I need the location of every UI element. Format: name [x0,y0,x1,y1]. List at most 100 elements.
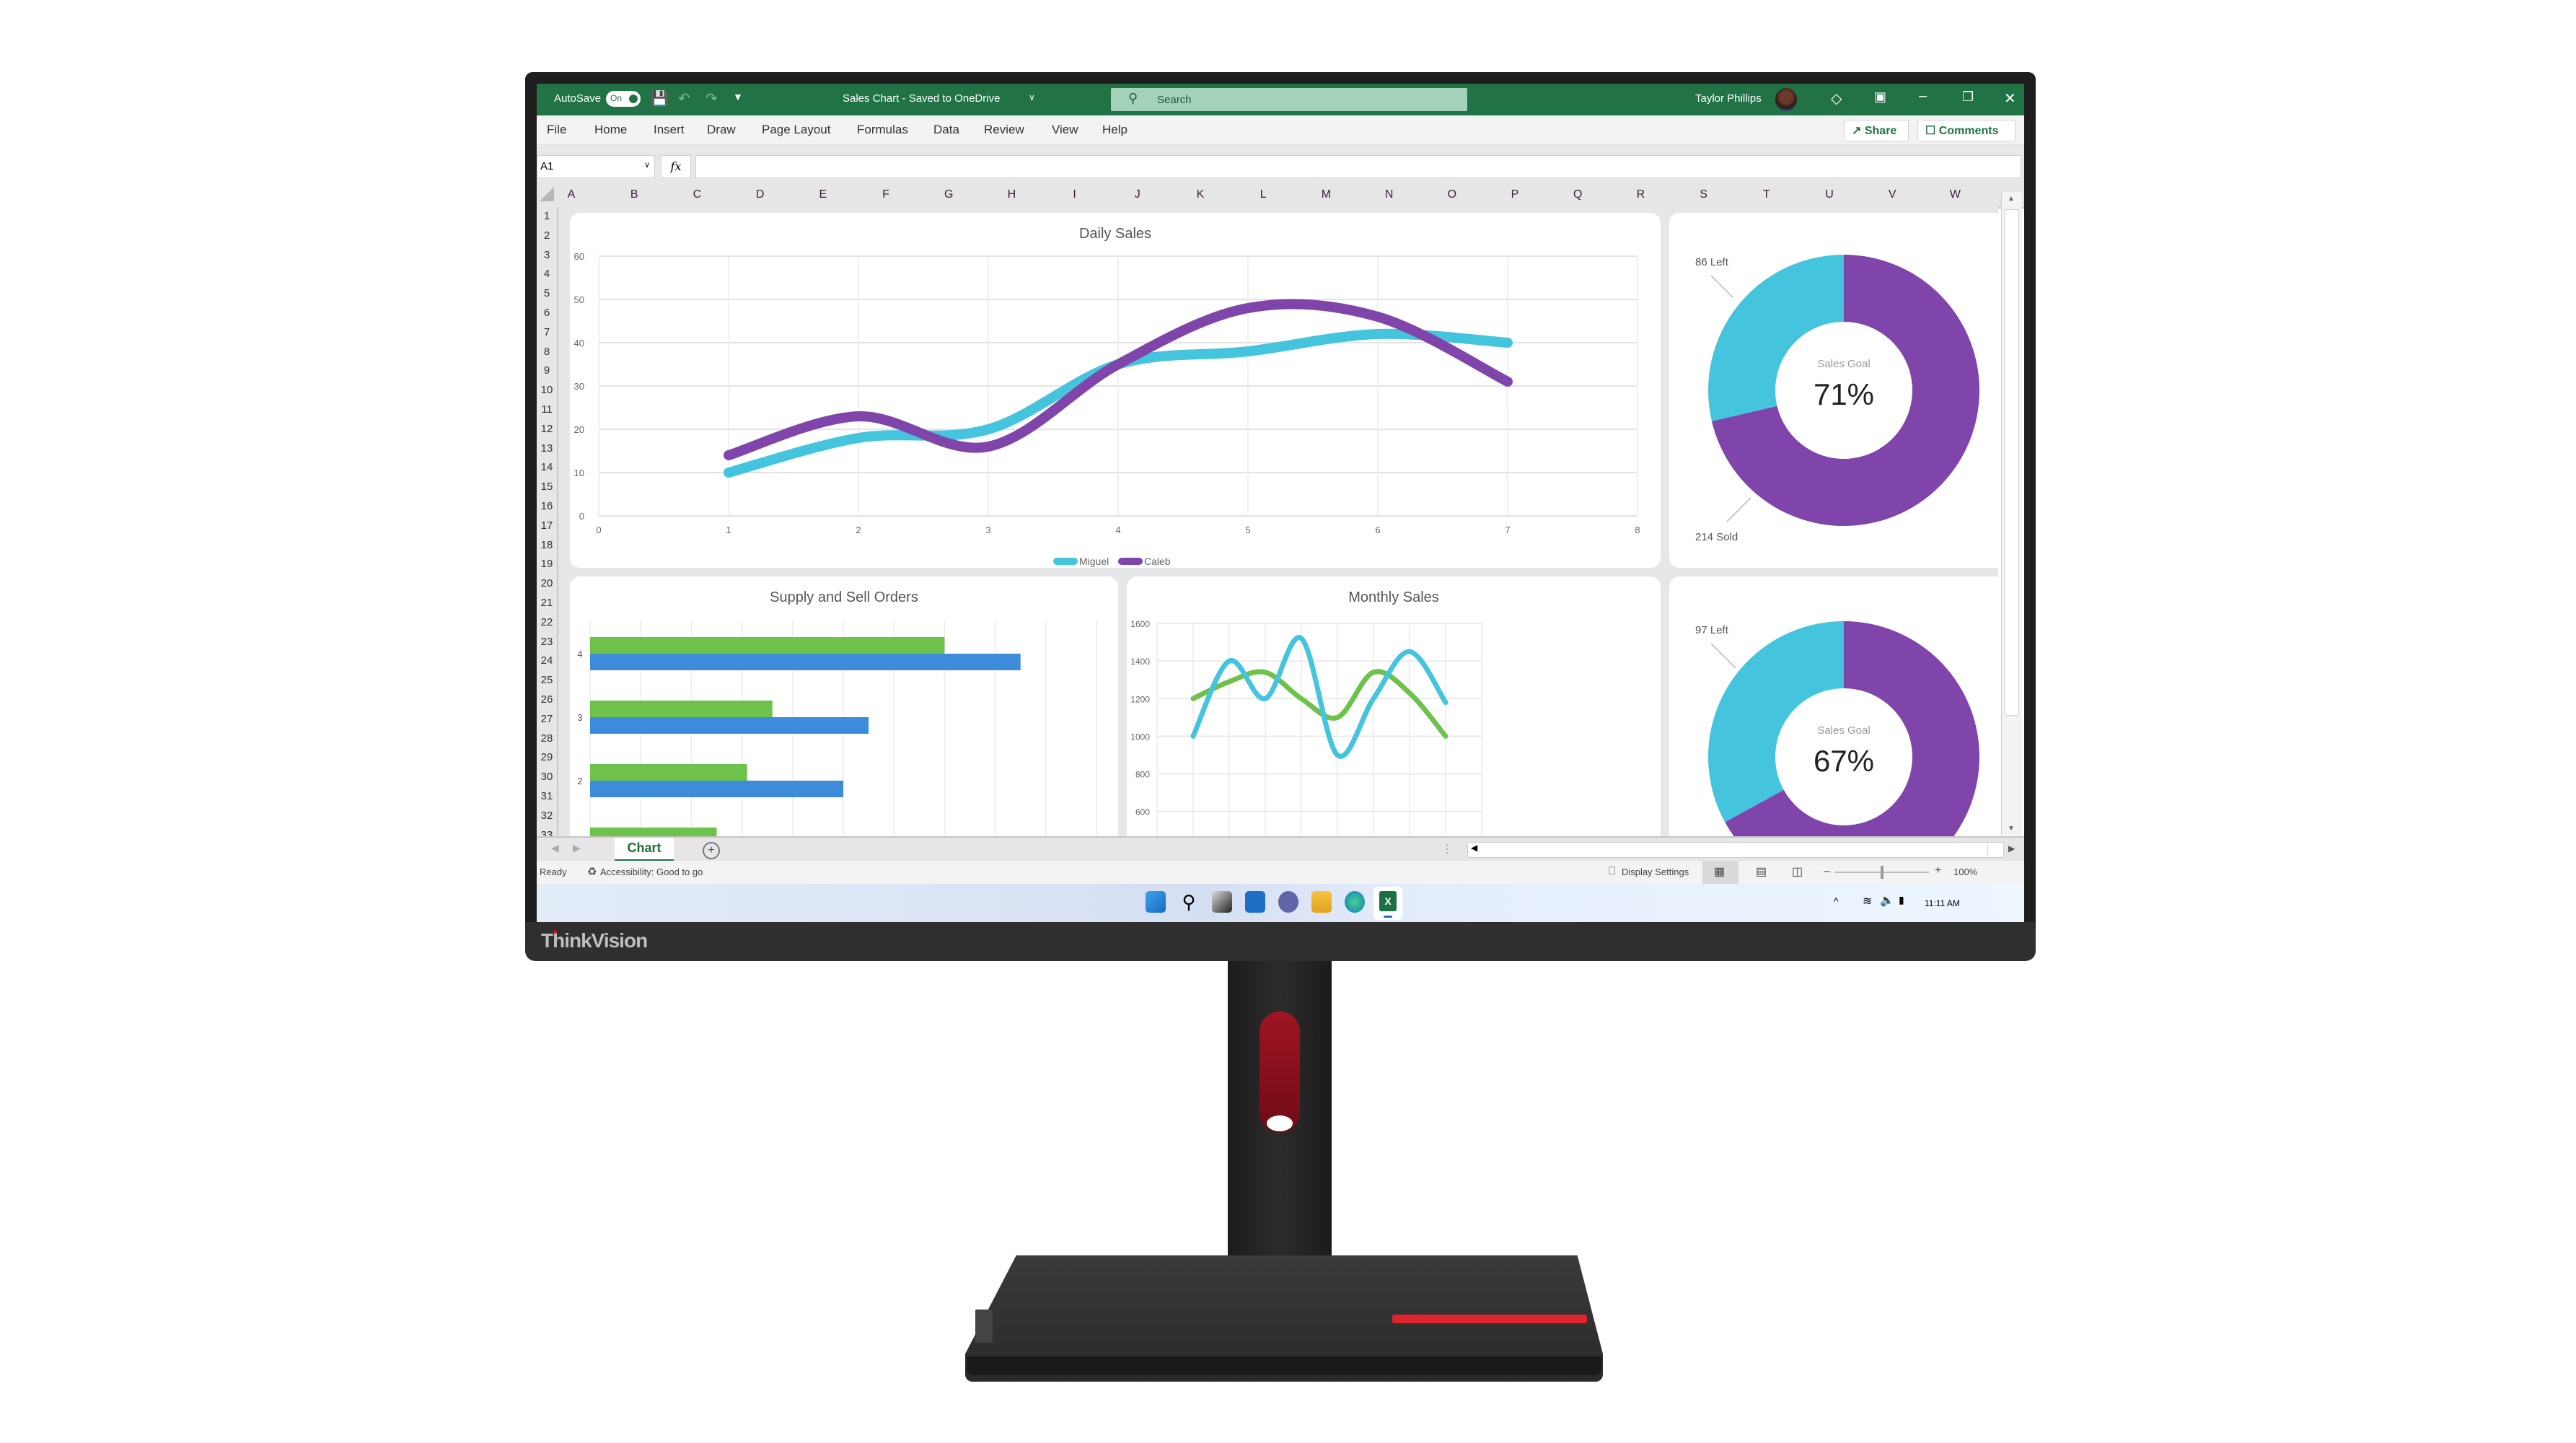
row-header[interactable]: 20 [538,577,555,589]
zoom-slider[interactable] [1835,866,1929,879]
share-button[interactable]: ↗ Share [1844,120,1909,141]
tab-formulas[interactable]: Formulas [857,123,908,137]
sales-goal-donut-1[interactable]: Sales Goal 71% 86 Left 214 Sold [1669,213,1998,568]
column-header[interactable]: P [1508,188,1522,201]
customize-qat-icon[interactable]: ▼ [733,91,743,102]
search-taskbar-icon[interactable]: ⚲ [1179,891,1199,913]
column-header[interactable]: W [1948,188,1962,201]
column-header[interactable]: D [753,188,768,201]
zoom-in-button[interactable]: + [1935,864,1941,877]
column-header[interactable]: E [816,188,830,201]
row-header[interactable]: 30 [538,771,555,783]
row-header[interactable]: 8 [538,346,555,358]
row-header[interactable]: 4 [538,268,555,280]
column-header[interactable]: O [1445,188,1459,201]
row-header[interactable]: 26 [538,693,555,706]
tab-review[interactable]: Review [984,123,1024,137]
page-layout-view-icon[interactable]: ▤ [1756,864,1767,879]
tab-help[interactable]: Help [1102,123,1127,137]
row-header[interactable]: 15 [538,481,555,493]
column-header[interactable]: C [690,188,704,201]
accessibility-status[interactable]: Accessibility: Good to go [600,867,703,877]
excel-taskbar-button[interactable]: X [1373,887,1402,920]
column-header[interactable]: T [1759,188,1774,201]
title-chevron-down-icon[interactable]: ∨ [1029,92,1035,102]
scroll-up-icon[interactable]: ▲ [2008,195,2015,203]
column-header[interactable]: B [627,188,641,201]
clock[interactable]: 11:11 AM [1925,898,1960,908]
monthly-sales-chart[interactable]: Monthly Sales 4006008001000120014001600 [1127,576,1661,836]
autosave-toggle[interactable]: On [606,91,641,107]
tab-file[interactable]: File [547,123,566,137]
zoom-out-button[interactable]: – [1824,865,1830,878]
sheet-tab-chart[interactable]: Chart [615,838,674,861]
name-box[interactable]: A1 ∨ [537,155,655,178]
tab-data[interactable]: Data [933,123,959,137]
zoom-slider-thumb[interactable] [1881,866,1883,879]
row-header[interactable]: 10 [538,384,555,396]
name-box-chevron-icon[interactable]: ∨ [644,160,650,170]
display-settings-icon[interactable]: ⎕ [1609,865,1615,877]
row-header[interactable]: 32 [538,810,555,822]
row-header[interactable]: 17 [538,519,555,532]
undo-icon[interactable]: ↶ [678,89,690,108]
column-header[interactable]: L [1256,188,1270,201]
column-header[interactable]: H [1004,188,1019,201]
wifi-icon[interactable]: ≋ [1863,894,1872,908]
column-header[interactable]: K [1193,188,1208,201]
close-icon[interactable]: ✕ [2004,89,2016,108]
redo-icon[interactable]: ↷ [705,89,718,108]
edge-browser-icon[interactable] [1345,891,1365,913]
tab-home[interactable]: Home [594,123,627,137]
column-header[interactable]: J [1130,188,1145,201]
add-sheet-button[interactable]: + [703,842,720,859]
column-header[interactable]: A [564,188,579,201]
row-header[interactable]: 7 [538,326,555,338]
row-header[interactable]: 24 [538,654,555,667]
user-name[interactable]: Taylor Phillips [1695,92,1762,105]
row-header[interactable]: 25 [538,674,555,686]
column-header[interactable]: S [1697,188,1711,201]
prev-sheet-icon[interactable]: ◀ [551,842,559,854]
row-header[interactable]: 9 [538,364,555,377]
next-sheet-icon[interactable]: ▶ [573,842,581,854]
column-header[interactable]: M [1319,188,1333,201]
row-header[interactable]: 11 [538,403,555,416]
minimize-icon[interactable]: – [1919,88,1927,105]
horizontal-scrollbar[interactable]: ◀ [1467,842,2004,858]
row-header[interactable]: 14 [538,461,555,473]
vertical-scrollbar[interactable]: ▲ ▼ [2001,192,2022,835]
ribbon-display-icon[interactable]: ▣ [1874,89,1886,105]
row-header[interactable]: 31 [538,790,555,802]
scroll-down-icon[interactable]: ▼ [2008,825,2015,833]
row-header[interactable]: 2 [538,229,555,242]
insert-function-button[interactable]: fx [661,155,691,178]
row-header[interactable]: 12 [538,423,555,435]
tab-page-layout[interactable]: Page Layout [762,123,830,137]
column-header[interactable]: Q [1570,188,1585,201]
premium-diamond-icon[interactable]: ◇ [1831,89,1842,108]
column-header[interactable]: G [941,188,956,201]
page-break-view-icon[interactable]: ◫ [1792,864,1803,879]
battery-icon[interactable]: ▮ [1899,894,1904,906]
column-header[interactable]: I [1068,188,1082,201]
row-header[interactable]: 16 [538,500,555,512]
document-title[interactable]: Sales Chart - Saved to OneDrive [843,92,1000,105]
select-all-button[interactable] [540,187,554,201]
tab-view[interactable]: View [1052,123,1078,137]
row-header[interactable]: 29 [538,751,555,763]
daily-sales-chart[interactable]: Daily Sales 0 10 20 30 40 50 60 0 1 2 3 4 5 6 7 8 Miguel… [570,213,1661,568]
column-header[interactable]: N [1382,188,1397,201]
normal-view-button[interactable]: ▦ [1702,861,1738,884]
scroll-right-icon[interactable]: ▶ [2008,843,2015,854]
display-settings-label[interactable]: Display Settings [1622,867,1689,877]
row-header[interactable]: 19 [538,558,555,570]
split-handle-icon[interactable]: ⋮ [1441,842,1453,856]
task-view-icon[interactable] [1212,891,1232,913]
column-header[interactable]: F [879,188,893,201]
column-header[interactable]: R [1633,188,1648,201]
windows-start-icon[interactable] [1146,891,1166,913]
tab-draw[interactable]: Draw [707,123,736,137]
row-header[interactable]: 1 [538,210,555,222]
row-header[interactable]: 18 [538,539,555,551]
